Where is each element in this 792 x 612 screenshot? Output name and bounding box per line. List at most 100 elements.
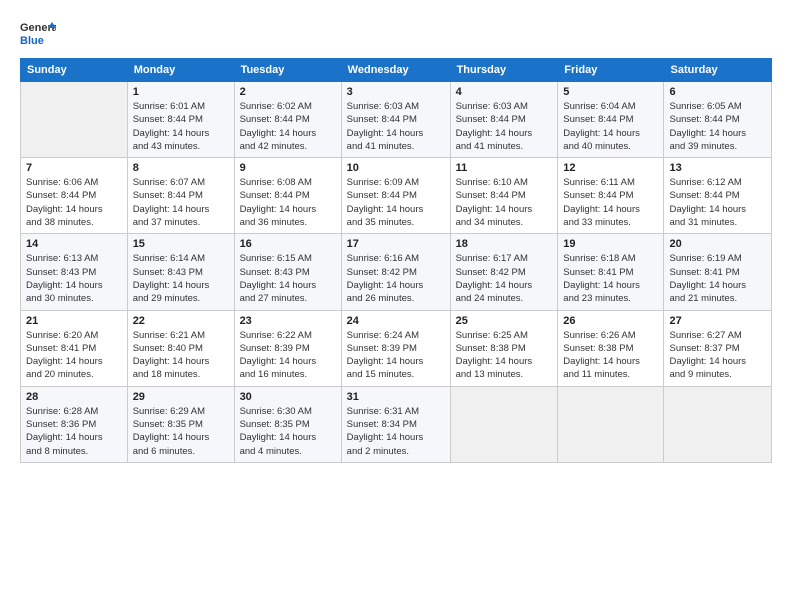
day-number: 29	[133, 391, 229, 403]
day-number: 27	[669, 315, 766, 327]
weekday-header-friday: Friday	[558, 59, 664, 82]
day-number: 18	[456, 238, 553, 250]
day-info: Sunrise: 6:16 AMSunset: 8:42 PMDaylight:…	[347, 252, 445, 305]
day-number: 17	[347, 238, 445, 250]
day-info: Sunrise: 6:07 AMSunset: 8:44 PMDaylight:…	[133, 176, 229, 229]
day-info: Sunrise: 6:01 AMSunset: 8:44 PMDaylight:…	[133, 100, 229, 153]
day-number: 12	[563, 162, 658, 174]
page: General Blue SundayMondayTuesdayWednesda…	[0, 0, 792, 612]
calendar-cell: 20Sunrise: 6:19 AMSunset: 8:41 PMDayligh…	[664, 234, 772, 310]
calendar-cell: 19Sunrise: 6:18 AMSunset: 8:41 PMDayligh…	[558, 234, 664, 310]
calendar-cell: 1 Sunrise: 6:01 AMSunset: 8:44 PMDaylight…	[127, 82, 234, 158]
calendar-week-row: 1 Sunrise: 6:01 AMSunset: 8:44 PMDaylight…	[21, 82, 772, 158]
day-number: 28	[26, 391, 122, 403]
weekday-header-row: SundayMondayTuesdayWednesdayThursdayFrid…	[21, 59, 772, 82]
calendar-week-row: 28 Sunrise: 6:28 AMSunset: 8:36 PMDayligh…	[21, 386, 772, 462]
weekday-header-sunday: Sunday	[21, 59, 128, 82]
day-number: 21	[26, 315, 122, 327]
calendar-cell: 5Sunrise: 6:04 AMSunset: 8:44 PMDaylight…	[558, 82, 664, 158]
calendar-cell: 14 Sunrise: 6:13 AMSunset: 8:43 PMDayligh…	[21, 234, 128, 310]
logo-icon: General Blue	[20, 18, 56, 48]
day-info: Sunrise: 6:08 AMSunset: 8:44 PMDaylight:…	[240, 176, 336, 229]
calendar-cell: 17 Sunrise: 6:16 AMSunset: 8:42 PMDayligh…	[341, 234, 450, 310]
day-number: 26	[563, 315, 658, 327]
day-number: 24	[347, 315, 445, 327]
calendar-cell: 15 Sunrise: 6:14 AMSunset: 8:43 PMDayligh…	[127, 234, 234, 310]
calendar-cell: 6 Sunrise: 6:05 AMSunset: 8:44 PMDaylight…	[664, 82, 772, 158]
day-info: Sunrise: 6:15 AMSunset: 8:43 PMDaylight:…	[240, 252, 336, 305]
calendar-cell	[664, 386, 772, 462]
day-number: 11	[456, 162, 553, 174]
day-number: 10	[347, 162, 445, 174]
day-info: Sunrise: 6:02 AMSunset: 8:44 PMDaylight:…	[240, 100, 336, 153]
day-info: Sunrise: 6:21 AMSunset: 8:40 PMDaylight:…	[133, 329, 229, 382]
calendar-cell: 21Sunrise: 6:20 AMSunset: 8:41 PMDayligh…	[21, 310, 128, 386]
calendar-week-row: 14 Sunrise: 6:13 AMSunset: 8:43 PMDayligh…	[21, 234, 772, 310]
day-info: Sunrise: 6:22 AMSunset: 8:39 PMDaylight:…	[240, 329, 336, 382]
calendar-cell: 12 Sunrise: 6:11 AMSunset: 8:44 PMDayligh…	[558, 158, 664, 234]
logo: General Blue	[20, 18, 56, 48]
day-number: 31	[347, 391, 445, 403]
day-number: 23	[240, 315, 336, 327]
calendar-cell	[21, 82, 128, 158]
calendar-cell: 28 Sunrise: 6:28 AMSunset: 8:36 PMDayligh…	[21, 386, 128, 462]
day-number: 8	[133, 162, 229, 174]
day-info: Sunrise: 6:11 AMSunset: 8:44 PMDaylight:…	[563, 176, 658, 229]
calendar-cell	[558, 386, 664, 462]
day-number: 25	[456, 315, 553, 327]
day-number: 22	[133, 315, 229, 327]
calendar-cell: 13Sunrise: 6:12 AMSunset: 8:44 PMDayligh…	[664, 158, 772, 234]
day-info: Sunrise: 6:05 AMSunset: 8:44 PMDaylight:…	[669, 100, 766, 153]
calendar-week-row: 7Sunrise: 6:06 AMSunset: 8:44 PMDaylight…	[21, 158, 772, 234]
weekday-header-monday: Monday	[127, 59, 234, 82]
day-info: Sunrise: 6:17 AMSunset: 8:42 PMDaylight:…	[456, 252, 553, 305]
day-number: 3	[347, 86, 445, 98]
calendar-cell: 10 Sunrise: 6:09 AMSunset: 8:44 PMDayligh…	[341, 158, 450, 234]
day-info: Sunrise: 6:28 AMSunset: 8:36 PMDaylight:…	[26, 405, 122, 458]
calendar-cell	[450, 386, 558, 462]
day-info: Sunrise: 6:10 AMSunset: 8:44 PMDaylight:…	[456, 176, 553, 229]
calendar-cell: 29 Sunrise: 6:29 AMSunset: 8:35 PMDayligh…	[127, 386, 234, 462]
day-number: 9	[240, 162, 336, 174]
svg-text:Blue: Blue	[20, 35, 44, 47]
calendar-cell: 4 Sunrise: 6:03 AMSunset: 8:44 PMDaylight…	[450, 82, 558, 158]
calendar-cell: 24 Sunrise: 6:24 AMSunset: 8:39 PMDayligh…	[341, 310, 450, 386]
day-info: Sunrise: 6:26 AMSunset: 8:38 PMDaylight:…	[563, 329, 658, 382]
day-info: Sunrise: 6:14 AMSunset: 8:43 PMDaylight:…	[133, 252, 229, 305]
calendar-cell: 23 Sunrise: 6:22 AMSunset: 8:39 PMDayligh…	[234, 310, 341, 386]
calendar-week-row: 21Sunrise: 6:20 AMSunset: 8:41 PMDayligh…	[21, 310, 772, 386]
weekday-header-wednesday: Wednesday	[341, 59, 450, 82]
day-number: 5	[563, 86, 658, 98]
day-info: Sunrise: 6:29 AMSunset: 8:35 PMDaylight:…	[133, 405, 229, 458]
day-number: 15	[133, 238, 229, 250]
day-info: Sunrise: 6:13 AMSunset: 8:43 PMDaylight:…	[26, 252, 122, 305]
calendar-cell: 22 Sunrise: 6:21 AMSunset: 8:40 PMDayligh…	[127, 310, 234, 386]
calendar-cell: 8 Sunrise: 6:07 AMSunset: 8:44 PMDaylight…	[127, 158, 234, 234]
weekday-header-tuesday: Tuesday	[234, 59, 341, 82]
calendar-cell: 27 Sunrise: 6:27 AMSunset: 8:37 PMDayligh…	[664, 310, 772, 386]
day-number: 13	[669, 162, 766, 174]
day-number: 1	[133, 86, 229, 98]
calendar-cell: 2 Sunrise: 6:02 AMSunset: 8:44 PMDaylight…	[234, 82, 341, 158]
day-info: Sunrise: 6:30 AMSunset: 8:35 PMDaylight:…	[240, 405, 336, 458]
calendar-cell: 18 Sunrise: 6:17 AMSunset: 8:42 PMDayligh…	[450, 234, 558, 310]
calendar-cell: 11 Sunrise: 6:10 AMSunset: 8:44 PMDayligh…	[450, 158, 558, 234]
weekday-header-thursday: Thursday	[450, 59, 558, 82]
day-number: 2	[240, 86, 336, 98]
day-number: 4	[456, 86, 553, 98]
day-info: Sunrise: 6:03 AMSunset: 8:44 PMDaylight:…	[456, 100, 553, 153]
day-info: Sunrise: 6:27 AMSunset: 8:37 PMDaylight:…	[669, 329, 766, 382]
day-info: Sunrise: 6:19 AMSunset: 8:41 PMDaylight:…	[669, 252, 766, 305]
day-number: 16	[240, 238, 336, 250]
day-number: 14	[26, 238, 122, 250]
calendar-cell: 30Sunrise: 6:30 AMSunset: 8:35 PMDayligh…	[234, 386, 341, 462]
day-info: Sunrise: 6:31 AMSunset: 8:34 PMDaylight:…	[347, 405, 445, 458]
day-info: Sunrise: 6:09 AMSunset: 8:44 PMDaylight:…	[347, 176, 445, 229]
day-info: Sunrise: 6:25 AMSunset: 8:38 PMDaylight:…	[456, 329, 553, 382]
header: General Blue	[20, 18, 772, 48]
day-info: Sunrise: 6:24 AMSunset: 8:39 PMDaylight:…	[347, 329, 445, 382]
calendar-cell: 3Sunrise: 6:03 AMSunset: 8:44 PMDaylight…	[341, 82, 450, 158]
calendar-cell: 9 Sunrise: 6:08 AMSunset: 8:44 PMDaylight…	[234, 158, 341, 234]
day-info: Sunrise: 6:06 AMSunset: 8:44 PMDaylight:…	[26, 176, 122, 229]
day-number: 6	[669, 86, 766, 98]
